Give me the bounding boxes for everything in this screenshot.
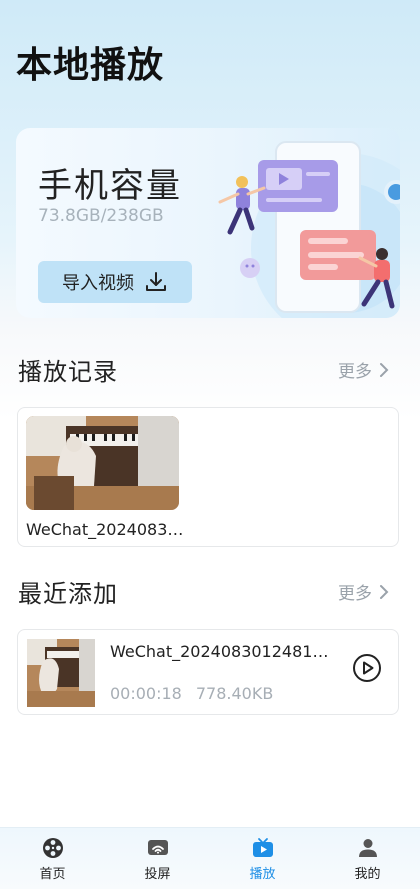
download-icon	[146, 272, 166, 291]
chevron-right-icon	[380, 362, 389, 377]
play-circle-icon[interactable]	[352, 653, 382, 683]
import-video-label: 导入视频	[62, 273, 134, 294]
nav-label-mine: 我的	[354, 866, 381, 882]
cast-icon	[147, 839, 168, 855]
import-video-button[interactable]: 导入视频	[38, 261, 192, 303]
tv-play-icon	[252, 837, 273, 857]
recent-section-title: 最近添加	[18, 580, 118, 608]
history-more-label: 更多	[338, 362, 372, 382]
video-thumbnail	[26, 416, 179, 510]
user-icon	[358, 838, 377, 857]
storage-size: 73.8GB/238GB	[38, 206, 164, 226]
nav-label-play: 播放	[249, 866, 276, 882]
nav-item-mine[interactable]: 我的	[315, 828, 420, 889]
recent-item-meta: 00:00:18 778.40KB	[110, 684, 273, 703]
history-card: WeChat_2024083…	[17, 407, 399, 547]
storage-card: 手机容量 73.8GB/238GB 导入视频	[16, 128, 400, 318]
nav-label-home: 首页	[39, 866, 66, 882]
nav-item-cast[interactable]: 投屏	[105, 828, 210, 889]
nav-label-cast: 投屏	[144, 866, 171, 882]
page-title: 本地播放	[16, 45, 165, 86]
recent-item-name: WeChat_2024083012481…	[110, 642, 329, 661]
storage-title: 手机容量	[38, 166, 182, 206]
bottom-nav: 首页 投屏 播放 我的	[0, 827, 420, 889]
recent-item-duration: 00:00:18	[110, 684, 182, 703]
history-item[interactable]: WeChat_2024083…	[26, 416, 184, 539]
history-section-title: 播放记录	[18, 358, 118, 386]
nav-item-home[interactable]: 首页	[0, 828, 105, 889]
history-more-link[interactable]: 更多	[338, 357, 390, 382]
recent-more-label: 更多	[338, 584, 372, 604]
history-item-name: WeChat_2024083…	[26, 520, 184, 539]
recent-more-link[interactable]: 更多	[338, 579, 390, 604]
phone-illustration	[218, 141, 400, 318]
nav-item-play[interactable]: 播放	[210, 828, 315, 889]
video-thumbnail	[27, 639, 95, 707]
recent-item-size: 778.40KB	[195, 684, 274, 703]
chevron-right-icon	[380, 584, 389, 599]
film-reel-icon	[42, 837, 63, 858]
recent-list-item[interactable]: WeChat_2024083012481… 00:00:18 778.40KB	[17, 629, 399, 715]
